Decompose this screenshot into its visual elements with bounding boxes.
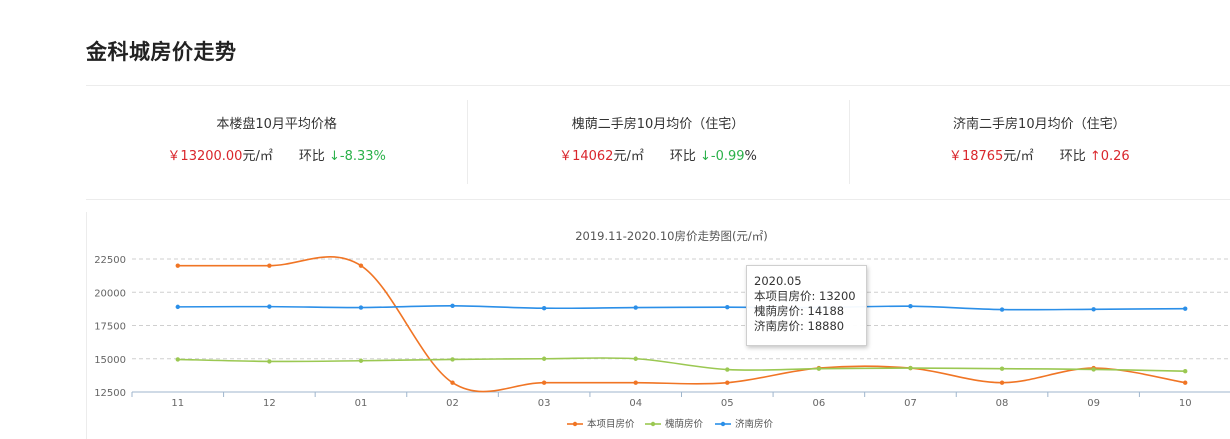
divider — [86, 85, 1230, 86]
series-point-2 — [725, 304, 730, 310]
x-tick-label: 01 — [355, 398, 368, 409]
series-line-0 — [177, 256, 1186, 393]
stat-price: 13200.00 — [180, 149, 243, 164]
tooltip-row-jinan: 济南房价: 18880 — [754, 319, 845, 333]
series-point-0 — [541, 380, 547, 385]
stats-panel: 本楼盘10月平均价格 ￥13200.00元/㎡ 环比 ↓-8.33% 槐荫二手房1… — [86, 100, 1230, 184]
chart-title: 2019.11-2020.10房价走势图(元/㎡) — [575, 229, 768, 243]
series-point-2 — [175, 304, 180, 310]
chart-tooltip: 2020.05 本项目房价: 13200 槐荫房价: 14188 济南房价: 1… — [746, 265, 867, 346]
stat-label: 济南二手房10月均价（住宅） — [953, 117, 1126, 132]
arrow-down-icon: ↓ — [700, 149, 711, 164]
y-tick-label: 22500 — [94, 255, 126, 266]
legend-swatch-dot — [720, 421, 726, 427]
stat-mom-label: 环比 — [1059, 149, 1086, 164]
currency-symbol: ￥ — [167, 149, 181, 164]
series-point-1 — [358, 358, 364, 363]
stat-label: 本楼盘10月平均价格 — [216, 117, 337, 132]
stat-price: 14062 — [572, 149, 614, 164]
series-point-2 — [450, 303, 455, 309]
series-point-1 — [450, 357, 455, 362]
series-point-1 — [908, 365, 913, 371]
legend-label: 本项目房价 — [587, 418, 635, 430]
stat-change-suffix: % — [744, 149, 757, 164]
y-tick-label: 17500 — [94, 322, 126, 333]
stat-label: 槐荫二手房10月均价（住宅） — [571, 117, 745, 132]
series-point-2 — [1183, 306, 1188, 311]
x-tick-label: 02 — [446, 398, 459, 409]
legend-label: 济南房价 — [735, 418, 774, 430]
x-tick-label: 09 — [1087, 398, 1100, 409]
y-tick-label: 15000 — [94, 355, 126, 366]
series-point-0 — [1183, 380, 1188, 385]
x-tick-label: 12 — [263, 398, 276, 409]
price-trend-chart: 2019.11-2020.10房价走势图(元/㎡) 12500 15000 17500… — [86, 212, 1230, 439]
legend-swatch-dot — [572, 421, 578, 427]
series-point-2 — [267, 304, 272, 309]
x-tick-label: 06 — [813, 398, 826, 409]
stat-change: -8.33% — [339, 149, 386, 164]
series-point-1 — [267, 359, 272, 364]
y-tick-label: 20000 — [94, 288, 126, 299]
stat-values: ￥18765元/㎡ 环比 ↑0.26 — [849, 147, 1230, 167]
series-point-2 — [541, 306, 547, 311]
currency-symbol: ￥ — [559, 149, 573, 164]
series-point-1 — [816, 366, 822, 371]
series-point-1 — [1183, 369, 1188, 374]
x-tick-label: 04 — [629, 398, 642, 409]
x-tick-label: 07 — [904, 398, 917, 409]
series-point-2 — [1091, 307, 1096, 312]
x-tick-label: 11 — [171, 398, 184, 409]
x-tick-label: 10 — [1179, 398, 1192, 409]
series-point-1 — [999, 366, 1005, 371]
stat-change: 0.26 — [1100, 149, 1130, 164]
series-point-2 — [999, 307, 1005, 312]
series-point-0 — [999, 380, 1005, 385]
tooltip-title: 2020.05 — [754, 274, 802, 288]
arrow-down-icon: ↓ — [329, 149, 340, 164]
series-point-0 — [725, 380, 730, 385]
series-point-0 — [633, 380, 638, 385]
tooltip-row-huaiyin: 槐荫房价: 14188 — [754, 304, 845, 318]
series-point-0 — [175, 263, 180, 268]
stat-change: -0.99 — [710, 149, 745, 164]
stat-values: ￥14062元/㎡ 环比 ↓-0.99% — [467, 147, 848, 167]
divider — [86, 199, 1230, 200]
stat-mom-label: 环比 — [298, 149, 325, 164]
arrow-up-icon: ↑ — [1089, 149, 1101, 164]
stat-unit: 元/㎡ — [1003, 149, 1034, 164]
legend-swatch-dot — [650, 421, 656, 427]
page-title: 金科城房价走势 — [86, 40, 237, 64]
series-point-0 — [267, 263, 272, 268]
stat-price: 18765 — [961, 149, 1004, 164]
series-point-1 — [633, 356, 638, 361]
series-point-1 — [541, 356, 547, 361]
series-point-1 — [175, 357, 180, 362]
series-point-0 — [450, 380, 455, 385]
series-point-2 — [633, 305, 638, 310]
series-point-1 — [1091, 367, 1096, 372]
stat-project: 本楼盘10月平均价格 ￥13200.00元/㎡ 环比 ↓-8.33% — [86, 100, 467, 184]
legend-label: 槐荫房价 — [665, 418, 704, 430]
x-tick-label: 03 — [538, 398, 551, 409]
stat-unit: 元/㎡ — [613, 149, 644, 164]
series-line-1 — [177, 357, 1186, 373]
series-line-2 — [177, 305, 1186, 311]
tooltip-row-project: 本项目房价: 13200 — [754, 289, 856, 303]
stat-unit: 元/㎡ — [242, 149, 273, 164]
stat-jinan: 济南二手房10月均价（住宅） ￥18765元/㎡ 环比 ↑0.26 — [848, 100, 1230, 184]
y-tick-label: 12500 — [94, 388, 126, 399]
series-point-2 — [358, 305, 364, 310]
stat-values: ￥13200.00元/㎡ 环比 ↓-8.33% — [86, 147, 467, 167]
x-tick-label: 05 — [721, 398, 734, 409]
series-point-2 — [908, 304, 913, 309]
series-point-1 — [725, 367, 730, 372]
chart-svg: 2019.11-2020.10房价走势图(元/㎡) 12500 15000 17500… — [94, 229, 1230, 430]
x-tick-label: 08 — [996, 398, 1009, 409]
series-point-0 — [358, 263, 364, 268]
currency-symbol: ￥ — [948, 149, 962, 164]
stat-mom-label: 环比 — [669, 149, 696, 164]
stat-huaiyin: 槐荫二手房10月均价（住宅） ￥14062元/㎡ 环比 ↓-0.99% — [467, 100, 848, 184]
